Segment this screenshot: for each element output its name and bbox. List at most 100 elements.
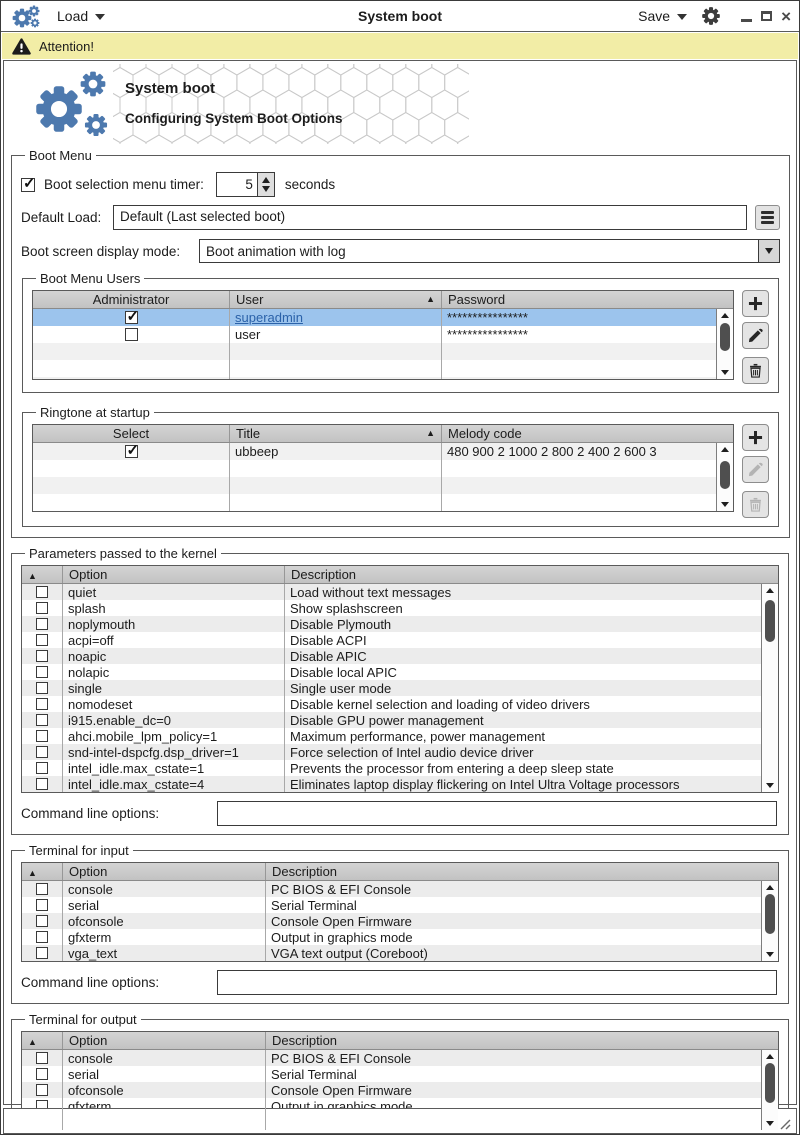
table-row[interactable]: acpi=off Disable ACPI	[22, 632, 778, 648]
table-row[interactable]: console PC BIOS & EFI Console	[22, 881, 778, 897]
table-row[interactable]: nolapic Disable local APIC	[22, 664, 778, 680]
table-row[interactable]: snd-intel-dspcfg.dsp_driver=1 Force sele…	[22, 744, 778, 760]
option-checkbox[interactable]	[36, 762, 48, 774]
resize-grip[interactable]	[778, 1118, 792, 1130]
terminal-input-cmdline-input[interactable]	[217, 970, 777, 995]
table-row[interactable]: noapic Disable APIC	[22, 648, 778, 664]
spinner-arrows-icon[interactable]	[256, 173, 274, 196]
add-user-button[interactable]	[742, 290, 769, 317]
option-checkbox[interactable]	[36, 714, 48, 726]
table-row[interactable]: console PC BIOS & EFI Console	[22, 1050, 778, 1066]
admin-checkbox[interactable]	[124, 309, 139, 325]
column-header-select[interactable]: Select	[33, 425, 229, 442]
delete-ringtone-button[interactable]	[742, 491, 769, 518]
add-ringtone-button[interactable]	[742, 424, 769, 451]
table-row[interactable]: nomodeset Disable kernel selection and l…	[22, 696, 778, 712]
column-header-title[interactable]: Title ▲	[229, 425, 441, 442]
table-row[interactable]: serial Serial Terminal	[22, 1066, 778, 1082]
table-row[interactable]: noplymouth Disable Plymouth	[22, 616, 778, 632]
table-row[interactable]: quiet Load without text messages	[22, 584, 778, 600]
table-row[interactable]: user ****************	[33, 326, 733, 343]
option-checkbox[interactable]	[36, 618, 48, 630]
maximize-icon[interactable]	[761, 11, 773, 21]
option-checkbox[interactable]	[36, 746, 48, 758]
option-checkbox[interactable]	[36, 899, 48, 911]
scrollbar-thumb[interactable]	[720, 323, 730, 351]
load-menu-button[interactable]: Load	[57, 8, 106, 24]
terminal-input-scrollbar[interactable]	[761, 881, 778, 961]
column-header-option[interactable]: Option	[62, 863, 265, 880]
column-header-description[interactable]: Description	[284, 566, 778, 583]
option-name: splash	[68, 600, 106, 616]
scrollbar-thumb[interactable]	[765, 894, 775, 934]
column-header-option[interactable]: Option	[62, 1032, 265, 1049]
timer-value[interactable]: 5	[216, 173, 257, 196]
table-row[interactable]: intel_idle.max_cstate=1 Prevents the pro…	[22, 760, 778, 776]
edit-ringtone-button[interactable]	[742, 456, 769, 483]
option-checkbox[interactable]	[36, 634, 48, 646]
default-load-input[interactable]: Default (Last selected boot)	[113, 205, 747, 230]
option-checkbox[interactable]	[36, 947, 48, 959]
option-checkbox[interactable]	[36, 778, 48, 790]
column-header-option[interactable]: Option	[62, 566, 284, 583]
table-row[interactable]: i915.enable_dc=0 Disable GPU power manag…	[22, 712, 778, 728]
combo-arrow-icon[interactable]	[758, 240, 779, 262]
display-mode-select[interactable]: Boot animation with log	[199, 239, 780, 263]
table-row[interactable]: superadmin ****************	[33, 309, 733, 326]
kernel-table-scrollbar[interactable]	[761, 584, 778, 792]
column-header-user[interactable]: User ▲	[229, 291, 441, 308]
table-row[interactable]: gfxterm Output in graphics mode	[22, 929, 778, 945]
option-checkbox[interactable]	[36, 883, 48, 895]
option-checkbox[interactable]	[36, 1068, 48, 1080]
kernel-cmdline-input[interactable]	[217, 801, 777, 826]
table-row[interactable]: ofconsole Console Open Firmware	[22, 913, 778, 929]
option-checkbox[interactable]	[36, 698, 48, 710]
column-header-description[interactable]: Description	[265, 863, 778, 880]
save-menu-button[interactable]: Save	[638, 8, 688, 24]
scrollbar-thumb[interactable]	[765, 600, 775, 642]
option-checkbox[interactable]	[36, 602, 48, 614]
table-row[interactable]: serial Serial Terminal	[22, 897, 778, 913]
table-row[interactable]: vga_text VGA text output (Coreboot)	[22, 945, 778, 961]
timer-checkbox[interactable]	[21, 174, 36, 192]
option-checkbox[interactable]	[36, 1052, 48, 1064]
user-name[interactable]: user	[235, 327, 260, 342]
terminal-input-table-body: console PC BIOS & EFI Console serial Ser…	[22, 881, 778, 961]
table-row[interactable]: splash Show splashscreen	[22, 600, 778, 616]
user-name[interactable]: superadmin	[235, 310, 303, 325]
option-checkbox[interactable]	[36, 682, 48, 694]
default-load-list-button[interactable]	[755, 205, 780, 230]
ringtone-table-scrollbar[interactable]	[716, 443, 733, 511]
edit-user-button[interactable]	[742, 322, 769, 349]
option-checkbox[interactable]	[36, 931, 48, 943]
table-row[interactable]: ubbeep 480 900 2 1000 2 800 2 400 2 600 …	[33, 443, 733, 460]
option-checkbox[interactable]	[36, 1084, 48, 1096]
table-row[interactable]: ofconsole Console Open Firmware	[22, 1082, 778, 1098]
delete-user-button[interactable]	[742, 357, 769, 384]
option-checkbox[interactable]	[36, 730, 48, 742]
column-header-checked[interactable]: ▲	[22, 566, 62, 583]
column-header-melody[interactable]: Melody code	[441, 425, 733, 442]
timer-spinner[interactable]: 5	[215, 172, 275, 197]
minimize-icon[interactable]	[741, 18, 753, 22]
column-header-checked[interactable]: ▲	[22, 1032, 62, 1049]
settings-gear-icon[interactable]	[701, 6, 721, 26]
option-checkbox[interactable]	[36, 666, 48, 678]
users-table-scrollbar[interactable]	[716, 309, 733, 379]
terminal-output-scrollbar[interactable]	[761, 1050, 778, 1130]
option-checkbox[interactable]	[36, 915, 48, 927]
select-checkbox[interactable]	[124, 443, 139, 459]
scrollbar-thumb[interactable]	[720, 461, 730, 489]
table-row[interactable]: intel_idle.max_cstate=4 Eliminates lapto…	[22, 776, 778, 792]
column-header-password[interactable]: Password	[441, 291, 733, 308]
table-row[interactable]: single Single user mode	[22, 680, 778, 696]
close-icon[interactable]: ×	[781, 8, 791, 25]
column-header-description[interactable]: Description	[265, 1032, 778, 1049]
option-checkbox[interactable]	[36, 650, 48, 662]
column-header-administrator[interactable]: Administrator	[33, 291, 229, 308]
option-checkbox[interactable]	[36, 586, 48, 598]
scrollbar-thumb[interactable]	[765, 1063, 775, 1103]
column-header-checked[interactable]: ▲	[22, 863, 62, 880]
table-row[interactable]: ahci.mobile_lpm_policy=1 Maximum perform…	[22, 728, 778, 744]
admin-checkbox[interactable]	[124, 328, 138, 341]
